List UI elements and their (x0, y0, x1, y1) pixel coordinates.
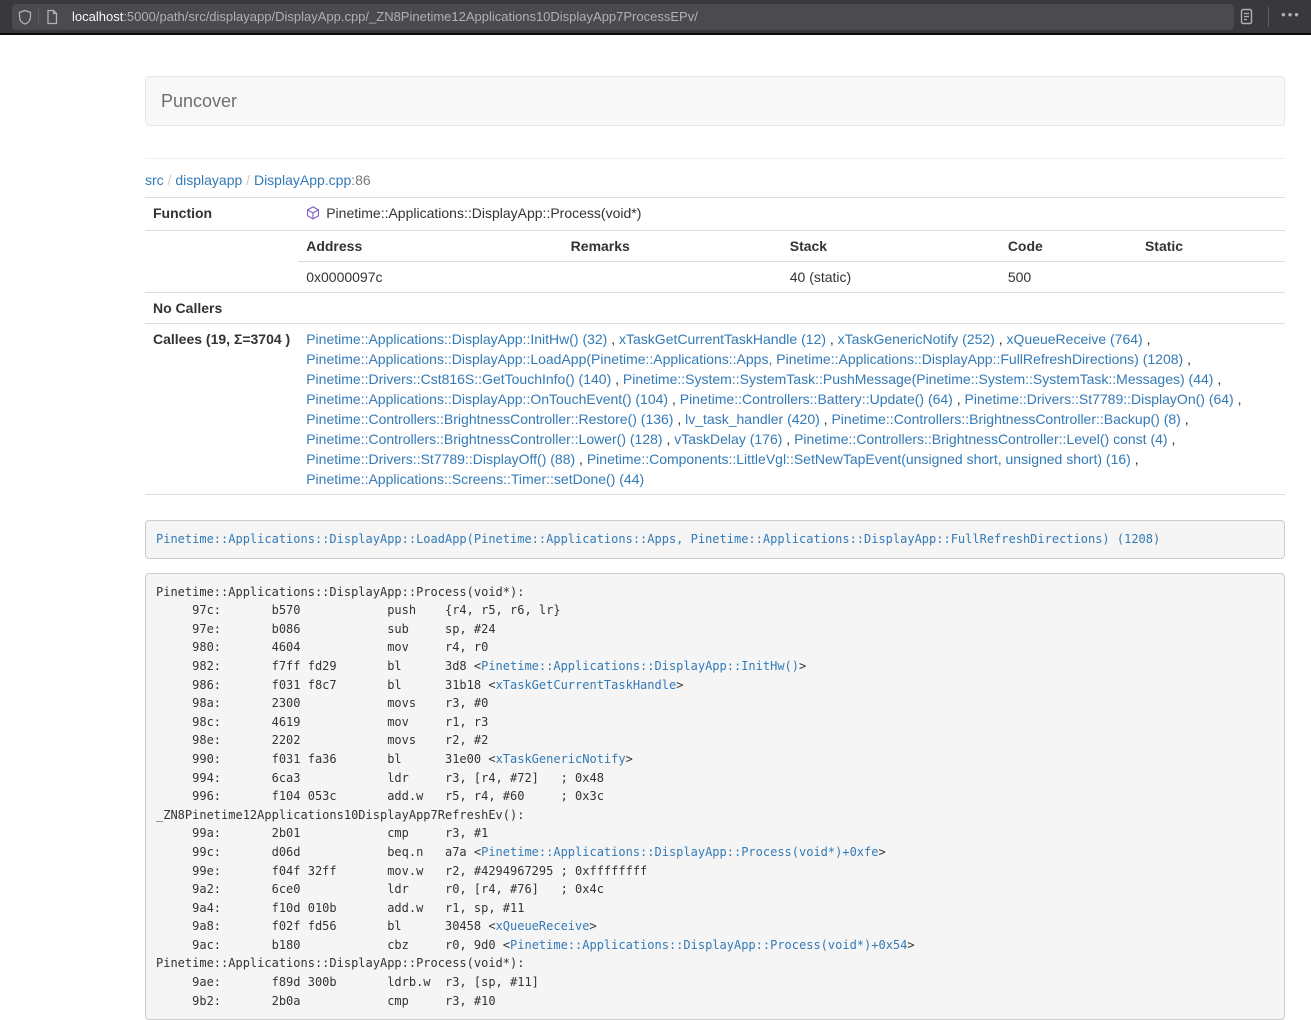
no-callers-cell (298, 293, 1285, 324)
remarks-value (563, 262, 782, 293)
stack-value: 40 (static) (782, 262, 1000, 293)
brand[interactable]: Puncover (161, 91, 237, 112)
callee-link[interactable]: Pinetime::Drivers::St7789::DisplayOn() (… (965, 391, 1234, 407)
callee-separator: , (953, 391, 965, 407)
callee-separator: , (607, 331, 619, 347)
callee-separator: , (673, 411, 685, 427)
address-value: 0x0000097c (298, 262, 562, 293)
function-name-cell: Pinetime::Applications::DisplayApp::Proc… (298, 198, 1285, 231)
stats-table-cell: Address Remarks Stack Code Static 0x0000… (298, 231, 1285, 293)
callee-separator: , (611, 371, 623, 387)
callee-separator: , (1168, 431, 1176, 447)
more-menu-icon[interactable]: ••• (1279, 5, 1303, 29)
callee-separator: , (820, 411, 832, 427)
callee-link[interactable]: Pinetime::Drivers::St7789::DisplayOff() … (306, 451, 575, 467)
url-path: :5000/path/src/displayapp/DisplayApp.cpp… (123, 9, 698, 24)
url-host: localhost (72, 9, 123, 24)
function-label: Function (145, 198, 298, 231)
callee-link[interactable]: Pinetime::Controllers::BrightnessControl… (831, 411, 1180, 427)
symbol-cube-icon (306, 205, 320, 225)
navbar: Puncover (145, 76, 1285, 126)
divider (145, 158, 1285, 159)
col-static: Static (1137, 231, 1285, 262)
stats-row: Address Remarks Stack Code Static 0x0000… (145, 231, 1285, 293)
static-value (1137, 262, 1285, 293)
callee-link[interactable]: Pinetime::Controllers::BrightnessControl… (306, 411, 673, 427)
browser-toolbar: localhost:5000/path/src/displayapp/Displ… (0, 0, 1311, 35)
tracking-protection-shield-icon[interactable] (12, 9, 38, 25)
code-value: 500 (1000, 262, 1137, 293)
callee-link[interactable]: lv_task_handler (420) (685, 411, 820, 427)
callee-link[interactable]: xTaskGenericNotify (252) (838, 331, 995, 347)
stats-data-row: 0x0000097c 40 (static) 500 (298, 262, 1285, 293)
breadcrumb: src / displayapp / DisplayApp.cpp:86 (145, 172, 1285, 188)
callees-row: Callees (19, Σ=3704 ) Pinetime::Applicat… (145, 324, 1285, 495)
toolbar-divider (1268, 7, 1269, 27)
callee-separator: , (782, 431, 794, 447)
callees-cell: Pinetime::Applications::DisplayApp::Init… (298, 324, 1285, 495)
callee-link[interactable]: Pinetime::System::SystemTask::PushMessag… (623, 371, 1214, 387)
no-callers-row: No Callers (145, 293, 1285, 324)
stats-table: Address Remarks Stack Code Static 0x0000… (298, 231, 1285, 292)
callee-link[interactable]: xQueueReceive (764) (1007, 331, 1143, 347)
breadcrumb-line-number: :86 (351, 172, 370, 188)
callee-separator: , (663, 431, 675, 447)
callee-separator: , (995, 331, 1007, 347)
callee-link[interactable]: Pinetime::Components::LittleVgl::SetNewT… (587, 451, 1131, 467)
no-callers-label: No Callers (145, 293, 298, 324)
callees-label: Callees (19, Σ=3704 ) (145, 324, 298, 495)
callee-separator: , (1213, 371, 1221, 387)
assembly-symbol-link[interactable]: xTaskGetCurrentTaskHandle (496, 678, 677, 692)
url-bar[interactable]: localhost:5000/path/src/displayapp/Displ… (12, 4, 1234, 30)
reader-mode-icon[interactable] (1234, 5, 1258, 29)
callee-separator: , (826, 331, 838, 347)
toolbar-actions: ••• (1234, 5, 1303, 29)
callee-link[interactable]: Pinetime::Applications::Screens::Timer::… (306, 471, 644, 487)
assembly-symbol-link[interactable]: xTaskGenericNotify (496, 752, 626, 766)
stats-header-row: Address Remarks Stack Code Static (298, 231, 1285, 262)
col-remarks: Remarks (563, 231, 782, 262)
breadcrumb-link[interactable]: DisplayApp.cpp (254, 172, 351, 188)
callee-highlight-box: Pinetime::Applications::DisplayApp::Load… (145, 520, 1285, 559)
url-text[interactable]: localhost:5000/path/src/displayapp/Displ… (72, 9, 698, 24)
assembly-listing: Pinetime::Applications::DisplayApp::Proc… (145, 573, 1285, 1020)
function-name: Pinetime::Applications::DisplayApp::Proc… (326, 205, 641, 221)
col-stack: Stack (782, 231, 1000, 262)
callee-link[interactable]: Pinetime::Controllers::BrightnessControl… (306, 431, 662, 447)
col-address: Address (298, 231, 562, 262)
callee-separator: , (1181, 411, 1189, 427)
assembly-symbol-link[interactable]: xQueueReceive (496, 919, 590, 933)
page-content: Puncover src / displayapp / DisplayApp.c… (145, 76, 1285, 1020)
callee-separator: , (575, 451, 587, 467)
callee-link[interactable]: Pinetime::Applications::DisplayApp::OnTo… (306, 391, 668, 407)
callee-link[interactable]: xTaskGetCurrentTaskHandle (12) (619, 331, 826, 347)
callee-separator: , (1234, 391, 1242, 407)
callee-separator: , (1143, 331, 1151, 347)
callee-separator: , (1183, 351, 1191, 367)
breadcrumb-separator: / (164, 172, 176, 188)
breadcrumb-separator: / (242, 172, 254, 188)
assembly-symbol-link[interactable]: Pinetime::Applications::DisplayApp::Proc… (510, 938, 907, 952)
assembly-symbol-link[interactable]: Pinetime::Applications::DisplayApp::Proc… (481, 845, 878, 859)
snippet-link[interactable]: Pinetime::Applications::DisplayApp::Load… (156, 532, 1160, 546)
callee-link[interactable]: Pinetime::Controllers::BrightnessControl… (794, 431, 1167, 447)
callee-link[interactable]: vTaskDelay (176) (674, 431, 782, 447)
stats-row-label (145, 231, 298, 293)
callee-separator: , (1131, 451, 1139, 467)
page-info-icon[interactable] (39, 9, 65, 25)
callee-link[interactable]: Pinetime::Controllers::Battery::Update()… (680, 391, 953, 407)
callee-separator: , (668, 391, 680, 407)
callee-link[interactable]: Pinetime::Drivers::Cst816S::GetTouchInfo… (306, 371, 611, 387)
function-row: Function Pinetime::Applications::Display… (145, 198, 1285, 231)
breadcrumb-link[interactable]: src (145, 172, 164, 188)
callee-link[interactable]: Pinetime::Applications::DisplayApp::Init… (306, 331, 607, 347)
assembly-symbol-link[interactable]: Pinetime::Applications::DisplayApp::Init… (481, 659, 799, 673)
breadcrumb-link[interactable]: displayapp (175, 172, 242, 188)
function-table: Function Pinetime::Applications::Display… (145, 197, 1285, 495)
col-code: Code (1000, 231, 1137, 262)
callee-link[interactable]: Pinetime::Applications::DisplayApp::Load… (306, 351, 1183, 367)
